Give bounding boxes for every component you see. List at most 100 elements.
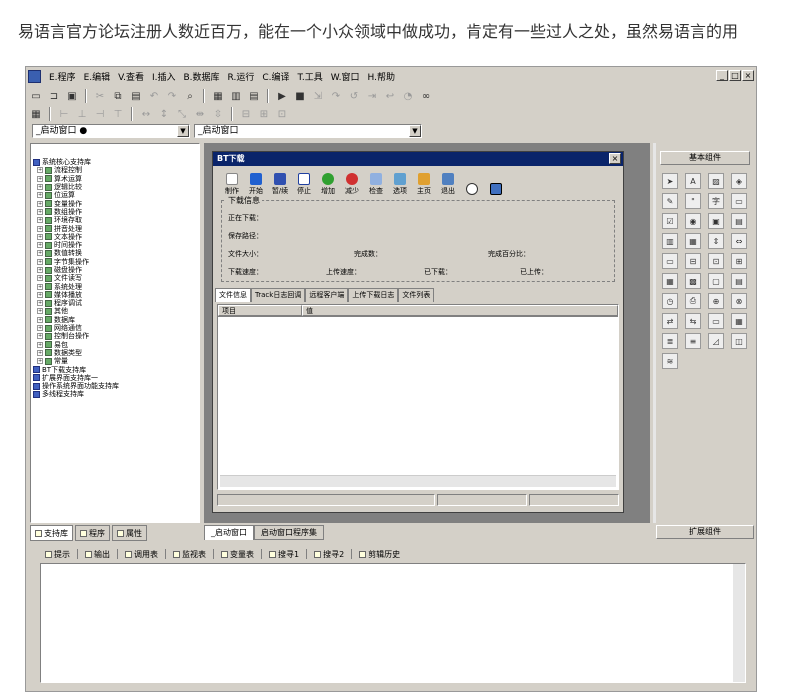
tab-support-library[interactable]: 支持库 — [30, 525, 73, 541]
table-icon[interactable]: ▦ — [731, 313, 747, 329]
tab-track-log[interactable]: Track日志回调 — [251, 288, 306, 302]
tree-node[interactable]: + 文件读写 — [33, 274, 199, 282]
output-textarea[interactable] — [40, 563, 746, 683]
column-value[interactable]: 值 — [302, 305, 618, 316]
basic-components-header[interactable]: 基本组件 — [660, 151, 750, 165]
binoculars-icon[interactable]: ∞ — [418, 89, 434, 104]
make-button[interactable]: 制作 — [221, 170, 243, 196]
tree-node[interactable]: + 数据库 — [33, 316, 199, 324]
remove-button[interactable]: 减少 — [341, 170, 363, 196]
menu-window[interactable]: W.窗口 — [327, 70, 364, 83]
run-icon[interactable]: ▶ — [274, 89, 290, 104]
radio-icon[interactable]: ◉ — [685, 213, 701, 229]
exit-button[interactable]: 退出 — [437, 170, 459, 196]
bt-download-form[interactable]: BT下载 × 制作 开始 暂/续 停止 增加 减少 检查 选项 主页 退出 下载… — [212, 151, 624, 513]
menu-help[interactable]: H.帮助 — [364, 70, 399, 83]
expand-icon[interactable]: + — [37, 167, 43, 174]
vscroll-icon[interactable]: ⇕ — [708, 233, 724, 249]
network-client-icon[interactable]: ⇄ — [662, 313, 678, 329]
expand-icon[interactable]: + — [37, 325, 43, 332]
tree-node[interactable]: + 数值转换 — [33, 249, 199, 257]
button-icon[interactable]: ▭ — [731, 193, 747, 209]
extended-components-header[interactable]: 扩展组件 — [656, 525, 754, 539]
align-right-icon[interactable]: ⊣ — [92, 107, 108, 122]
data-provider-icon[interactable]: ⊗ — [731, 293, 747, 309]
grid-icon[interactable]: ▦ — [28, 107, 44, 122]
step-into-icon[interactable]: ⇲ — [310, 89, 326, 104]
restore-button[interactable]: □ — [729, 70, 741, 81]
editbox-icon[interactable]: ✎ — [662, 193, 678, 209]
file-info-list[interactable]: 项目 值 — [217, 304, 619, 490]
tree-node[interactable]: + 文本操作 — [33, 233, 199, 241]
expand-icon[interactable]: + — [37, 291, 43, 298]
listbox-icon[interactable]: ▥ — [662, 233, 678, 249]
align-top-icon[interactable]: ⊤ — [110, 107, 126, 122]
center-h-icon[interactable]: ⊟ — [238, 107, 254, 122]
tab-clipboard-history[interactable]: 剪辑历史 — [356, 549, 403, 560]
tree-node[interactable]: + 逻辑比较 — [33, 183, 199, 191]
same-size-icon[interactable]: ⤡ — [174, 107, 190, 122]
db-icon[interactable]: ≣ — [662, 333, 678, 349]
new-file-icon[interactable]: ▭ — [28, 89, 44, 104]
dde-icon[interactable]: ≋ — [662, 353, 678, 369]
image-list-icon[interactable]: ▤ — [731, 273, 747, 289]
tree-node[interactable]: + 磁盘操作 — [33, 266, 199, 274]
tab-order-icon[interactable]: ⊡ — [274, 107, 290, 122]
home-button[interactable]: 主页 — [413, 170, 435, 196]
network-server-icon[interactable]: ⇆ — [685, 313, 701, 329]
font-icon[interactable]: ▢ — [708, 273, 724, 289]
expand-icon[interactable]: + — [37, 208, 43, 215]
menu-tools[interactable]: T.工具 — [294, 70, 327, 83]
printer-icon[interactable]: ⎙ — [685, 293, 701, 309]
redo-icon[interactable]: ↷ — [164, 89, 180, 104]
paste-icon[interactable]: ▤ — [128, 89, 144, 104]
expand-icon[interactable]: + — [37, 175, 43, 182]
tree-node[interactable]: + 变量操作 — [33, 199, 199, 208]
chevron-down-icon[interactable]: ▼ — [409, 125, 421, 137]
menu-database[interactable]: B.数据库 — [180, 70, 224, 83]
timer-icon[interactable]: ◷ — [662, 293, 678, 309]
menu-program[interactable]: E.程序 — [45, 70, 80, 83]
layout-1-icon[interactable]: ▦ — [210, 89, 226, 104]
align-left-icon[interactable]: ⊢ — [56, 107, 72, 122]
tab-file-info[interactable]: 文件信息 — [215, 288, 251, 302]
expand-icon[interactable]: + — [37, 341, 43, 348]
tree-node[interactable]: + 常量 — [33, 357, 199, 365]
cut-icon[interactable]: ✂ — [92, 89, 108, 104]
add-button[interactable]: 增加 — [317, 170, 339, 196]
tab-watch[interactable]: 监视表 — [170, 549, 209, 560]
tree-node[interactable]: + 控制台操作 — [33, 332, 199, 340]
hscroll-icon[interactable]: ⇔ — [731, 233, 747, 249]
tree-node[interactable]: + 算术运算 — [33, 175, 199, 183]
tab-remote-client[interactable]: 远程客户端 — [305, 288, 349, 302]
quote-icon[interactable]: " — [685, 193, 701, 209]
expand-icon[interactable]: + — [37, 275, 43, 282]
space-h-icon[interactable]: ⇹ — [192, 107, 208, 122]
calendar-icon[interactable]: ▩ — [685, 273, 701, 289]
layout-2-icon[interactable]: ▥ — [228, 89, 244, 104]
layout-3-icon[interactable]: ▤ — [246, 89, 262, 104]
menu-insert[interactable]: I.插入 — [148, 70, 180, 83]
tab-file-list[interactable]: 文件列表 — [398, 288, 435, 302]
horizontal-scrollbar[interactable] — [220, 475, 616, 487]
timer-control[interactable] — [461, 170, 483, 196]
tree-node[interactable]: + 拼音处理 — [33, 224, 199, 233]
expand-icon[interactable]: + — [37, 250, 43, 257]
expand-icon[interactable]: + — [37, 358, 43, 365]
tree-node[interactable]: BT下载支持库 — [33, 365, 199, 374]
shape-icon[interactable]: ◈ — [731, 173, 747, 189]
odbc-icon[interactable]: ≡ — [685, 333, 701, 349]
tree-node[interactable]: + 易包 — [33, 341, 199, 349]
expand-icon[interactable]: + — [37, 258, 43, 265]
ole-icon[interactable]: ◫ — [731, 333, 747, 349]
date-icon[interactable]: ▦ — [662, 273, 678, 289]
tree-node[interactable]: + 其他 — [33, 307, 199, 315]
port-icon[interactable]: ▭ — [708, 313, 724, 329]
tab-search-1[interactable]: 搜寻1 — [266, 549, 302, 560]
text-icon[interactable]: 字 — [708, 193, 724, 209]
expand-icon[interactable]: + — [37, 349, 43, 356]
label-icon[interactable]: A — [685, 173, 701, 189]
align-center-icon[interactable]: ⊥ — [74, 107, 90, 122]
tree-node[interactable]: + 系统处理 — [33, 282, 199, 291]
tab-transfer-log[interactable]: 上传下载日志 — [348, 288, 399, 302]
